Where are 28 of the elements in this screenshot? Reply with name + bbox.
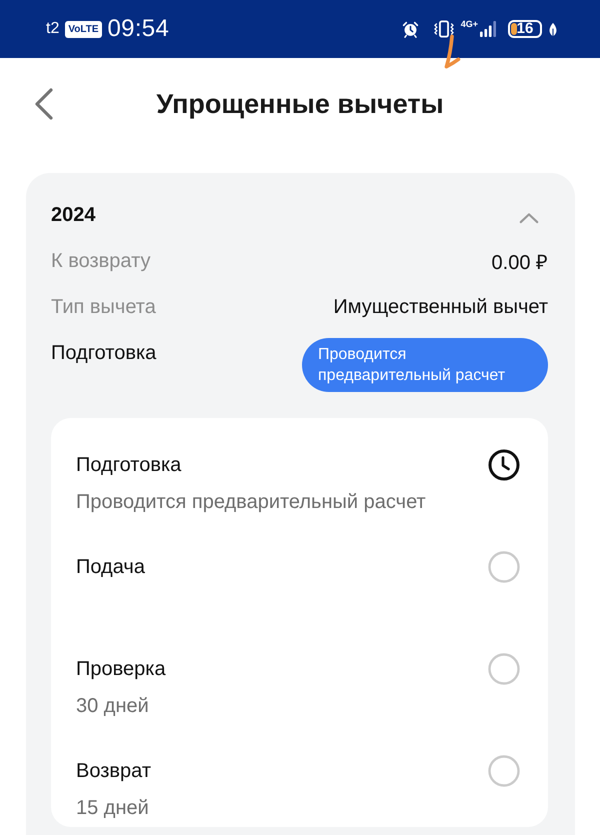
year-label: 2024 [51,204,96,226]
stage-label: Подготовка [51,341,156,366]
carrier-label: t2 [46,20,60,38]
field-value: 0.00 ₽ [492,250,548,274]
vibrate-icon [432,20,455,38]
back-chevron-icon [34,88,54,120]
chevron-up-icon [519,212,539,224]
volte-label: VoLTE [65,20,102,38]
step-subtitle: 15 дней [76,796,149,821]
step-subtitle: Проводится предварительный расчет [76,490,426,515]
leaf-icon [548,22,558,36]
network-type-label: 4G+ [460,19,478,29]
collapse-toggle[interactable] [519,212,539,224]
step-title: Подача [76,556,145,578]
field-label: Тип вычета [51,296,156,318]
battery-level-icon [511,23,517,35]
alarm-clock-icon [402,20,419,38]
page-title: Упрощенные вычеты [156,88,444,120]
status-badge: Проводится предварительный расчет [302,338,548,392]
signal-bars-icon [480,20,496,38]
field-value: Имущественный вычет [333,296,548,318]
battery-percent: 16 [516,22,534,36]
field-label: К возврату [51,250,150,272]
step-title: Возврат [76,760,151,782]
step-title: Проверка [76,658,166,680]
step-subtitle: 30 дней [76,694,149,719]
step-title: Подготовка [76,454,182,476]
status-time: 09:54 [108,15,170,43]
